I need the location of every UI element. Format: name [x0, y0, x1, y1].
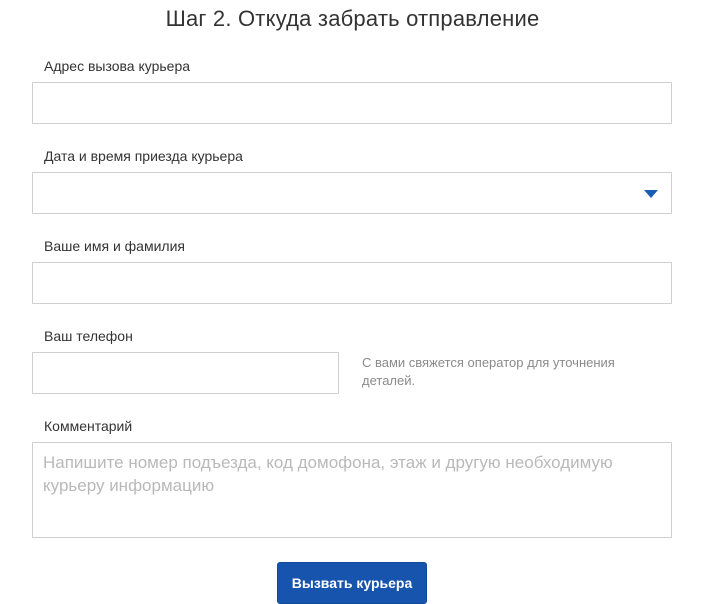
datetime-label: Дата и время приезда курьера [44, 148, 243, 164]
datetime-select[interactable] [32, 172, 672, 214]
comment-field-container [32, 442, 672, 538]
name-label: Ваше имя и фамилия [44, 238, 185, 254]
name-field-container [32, 262, 672, 304]
comment-textarea[interactable] [33, 443, 671, 537]
name-input[interactable] [33, 263, 671, 303]
phone-label: Ваш телефон [44, 328, 133, 344]
phone-input[interactable] [33, 353, 338, 393]
address-label: Адрес вызова курьера [44, 58, 191, 74]
chevron-down-icon[interactable] [644, 190, 658, 198]
phone-field-container [32, 352, 339, 394]
address-field-container [32, 82, 672, 124]
comment-label: Комментарий [44, 418, 133, 434]
page-title: Шаг 2. Откуда забрать отправление [165, 6, 540, 31]
phone-hint: С вами свяжется оператор для уточнения д… [362, 355, 615, 388]
address-input[interactable] [33, 83, 671, 123]
call-courier-button[interactable]: Вызвать курьера [277, 562, 427, 604]
